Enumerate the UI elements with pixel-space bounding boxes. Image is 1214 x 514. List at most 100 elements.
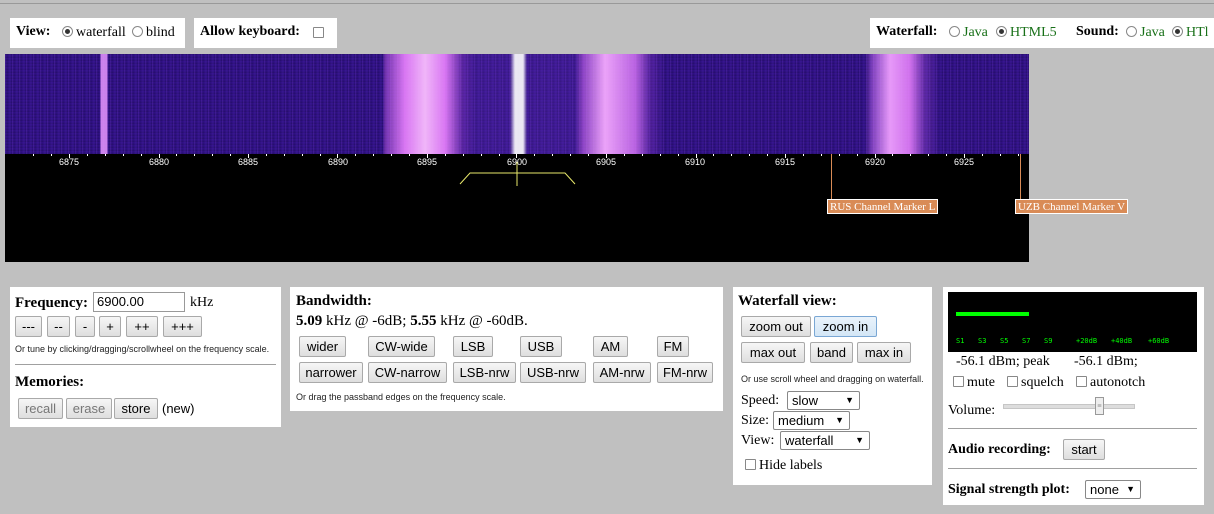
frequency-label: Frequency: (15, 295, 89, 311)
view-mode-label: View: (741, 433, 775, 448)
waterfall-radio[interactable] (62, 26, 73, 37)
signal-plot-label: Signal strength plot: (948, 482, 1070, 497)
step-up-2-button[interactable]: ++ (126, 316, 158, 337)
uzb-channel-marker[interactable]: UZB Channel Marker V (1015, 199, 1129, 214)
waterfall-hint: Or use scroll wheel and dragging on wate… (741, 374, 924, 384)
s-meter-label: +20dB (1076, 337, 1098, 345)
speed-select[interactable]: slow ▼ (787, 391, 860, 410)
s-meter: S1 S3 S5 S7 S9 +20dB +40dB +60dB (948, 292, 1197, 352)
step-up-1-button[interactable]: + (99, 316, 121, 337)
recording-start-button[interactable]: start (1063, 439, 1105, 460)
signal-plot-select[interactable]: none ▼ (1085, 480, 1141, 499)
am-button[interactable]: AM (593, 336, 628, 357)
chevron-down-icon: ▼ (1126, 484, 1135, 494)
wider-button[interactable]: wider (299, 336, 346, 357)
size-select[interactable]: medium ▼ (773, 411, 850, 430)
chevron-down-icon: ▼ (835, 415, 844, 425)
lsb-button[interactable]: LSB (453, 336, 493, 357)
step-down-3-button[interactable]: --- (15, 316, 42, 337)
narrower-button[interactable]: narrower (299, 362, 363, 383)
usb-button[interactable]: USB (520, 336, 562, 357)
sound-engine-label: Sound: (1076, 24, 1119, 39)
waterfall-engine-label: Waterfall: (876, 24, 938, 39)
step-down-2-button[interactable]: -- (47, 316, 70, 337)
view-selector-box: View: waterfall blind (10, 18, 185, 48)
autonotch-option[interactable]: autonotch (1072, 375, 1145, 391)
fm-nrw-button[interactable]: FM-nrw (657, 362, 713, 383)
squelch-option[interactable]: squelch (1003, 375, 1064, 391)
waterfall-view-label: Waterfall view: (738, 293, 837, 309)
memories-label: Memories: (15, 374, 85, 390)
step-down-1-button[interactable]: - (75, 316, 95, 337)
sound-java-radio[interactable] (1126, 26, 1137, 37)
zoom-in-button[interactable]: zoom in (814, 316, 877, 337)
frequency-hint: Or tune by clicking/dragging/scrollwheel… (15, 344, 270, 354)
sound-html5-radio[interactable] (1172, 26, 1183, 37)
mute-option[interactable]: mute (949, 375, 995, 391)
bandwidth-hint: Or drag the passband edges on the freque… (296, 392, 506, 402)
zoom-out-button[interactable]: zoom out (741, 316, 811, 337)
squelch-checkbox[interactable] (1007, 376, 1018, 387)
view-mode-select[interactable]: waterfall ▼ (780, 431, 870, 450)
allow-keyboard-checkbox[interactable] (313, 27, 324, 38)
step-up-3-button[interactable]: +++ (163, 316, 202, 337)
passband-indicator[interactable] (5, 154, 1029, 194)
volume-slider[interactable]: ≡ (1003, 397, 1135, 415)
signal-bar (956, 312, 1029, 316)
hide-labels-option[interactable]: Hide labels (741, 458, 822, 474)
waterfall-view-panel: Waterfall view: zoom out zoom in max out… (733, 287, 932, 485)
s-meter-label: S3 (978, 337, 987, 345)
usb-nrw-button[interactable]: USB-nrw (520, 362, 586, 383)
signal-peak: -56.1 dBm; (1074, 354, 1138, 369)
s-meter-label: +60dB (1148, 337, 1170, 345)
marker-line-uzb (1020, 154, 1021, 199)
s-meter-label: +40dB (1111, 337, 1133, 345)
max-in-button[interactable]: max in (857, 342, 911, 363)
waterfall-html5-radio[interactable] (996, 26, 1007, 37)
speed-label: Speed: (741, 393, 780, 408)
volume-label: Volume: (948, 403, 996, 418)
erase-button[interactable]: erase (66, 398, 112, 419)
fm-button[interactable]: FM (657, 336, 689, 357)
s-meter-label: S7 (1022, 337, 1031, 345)
mute-checkbox[interactable] (953, 376, 964, 387)
cw-narrow-button[interactable]: CW-narrow (368, 362, 447, 383)
rus-channel-marker[interactable]: RUS Channel Marker L (827, 199, 939, 214)
hide-labels-checkbox[interactable] (745, 459, 756, 470)
sound-engine-java[interactable]: Java (1122, 25, 1165, 41)
top-divider (0, 3, 1214, 4)
waterfall-sound-selector-box: Waterfall: Java HTML5 Sound: Java HTl (870, 18, 1214, 48)
am-nrw-button[interactable]: AM-nrw (593, 362, 651, 383)
s-meter-label: S1 (956, 337, 965, 345)
waterfall-engine-java[interactable]: Java (945, 25, 988, 41)
view-option-waterfall[interactable]: waterfall (58, 25, 126, 41)
sound-engine-html5[interactable]: HTl (1168, 25, 1209, 41)
lsb-nrw-button[interactable]: LSB-nrw (453, 362, 516, 383)
signal-dbm: -56.1 dBm; peak (956, 354, 1050, 369)
frequency-input[interactable]: 6900.00 (93, 292, 185, 312)
waterfall-engine-html5[interactable]: HTML5 (992, 25, 1057, 41)
view-option-blind[interactable]: blind (128, 25, 175, 41)
waterfall-display[interactable] (5, 54, 1029, 154)
autonotch-checkbox[interactable] (1076, 376, 1087, 387)
bandwidth-panel: Bandwidth: 5.09 kHz @ -6dB; 5.55 kHz @ -… (290, 287, 723, 411)
allow-keyboard-label: Allow keyboard: (200, 24, 300, 39)
marker-line-rus (831, 154, 832, 199)
audio-panel: S1 S3 S5 S7 S9 +20dB +40dB +60dB -56.1 dBm; pea… (943, 287, 1204, 505)
s-meter-label: S5 (1000, 337, 1009, 345)
frequency-divider (15, 364, 276, 365)
cw-wide-button[interactable]: CW-wide (368, 336, 435, 357)
recall-button[interactable]: recall (18, 398, 63, 419)
max-out-button[interactable]: max out (741, 342, 805, 363)
waterfall-java-radio[interactable] (949, 26, 960, 37)
volume-slider-thumb[interactable]: ≡ (1095, 397, 1104, 415)
size-label: Size: (741, 413, 769, 428)
chevron-down-icon: ▼ (855, 435, 864, 445)
bandwidth-label: Bandwidth: (296, 293, 372, 309)
band-button[interactable]: band (810, 342, 853, 363)
audio-divider-2 (948, 468, 1197, 469)
frequency-panel: Frequency: 6900.00 kHz --- -- - + ++ +++… (10, 287, 281, 427)
blind-radio[interactable] (132, 26, 143, 37)
store-button[interactable]: store (114, 398, 158, 419)
audio-divider-1 (948, 428, 1197, 429)
